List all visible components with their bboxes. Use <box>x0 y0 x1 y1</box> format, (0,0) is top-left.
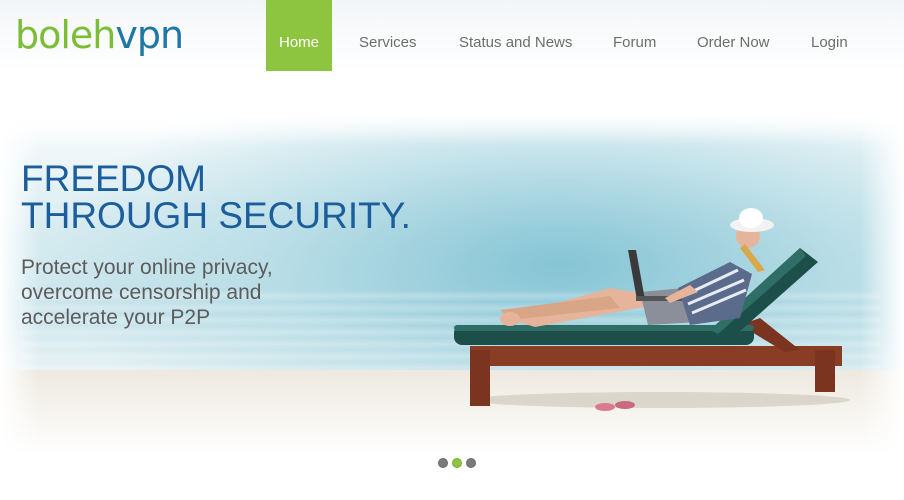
slide-dot-icon[interactable] <box>438 458 448 468</box>
headline-line-1: FREEDOM <box>21 158 206 199</box>
site-header: bolehvpn Home Services Status and News F… <box>0 0 904 72</box>
slide-dot-icon[interactable] <box>452 458 462 468</box>
headline-line-2: THROUGH SECURITY. <box>21 195 411 236</box>
hero-subheading: Protect your online privacy, overcome ce… <box>21 255 273 330</box>
hero-headline: FREEDOM THROUGH SECURITY. <box>21 160 411 234</box>
nav-item-home[interactable]: Home <box>266 0 332 71</box>
nav-item-order-now[interactable]: Order Now <box>697 0 770 71</box>
nav-item-status-and-news[interactable]: Status and News <box>459 0 572 71</box>
nav-item-forum[interactable]: Forum <box>613 0 656 71</box>
logo-text-vpn: vpn <box>115 13 184 57</box>
subheading-line-2: overcome censorship and <box>21 281 262 304</box>
slide-dot-icon[interactable] <box>466 458 476 468</box>
nav-item-services[interactable]: Services <box>359 0 417 71</box>
nav-item-login[interactable]: Login <box>811 0 848 71</box>
brand-logo[interactable]: bolehvpn <box>15 12 184 58</box>
subheading-line-1: Protect your online privacy, <box>21 256 273 279</box>
logo-text-boleh: boleh <box>15 13 116 57</box>
beach-lounger-illustration <box>454 208 850 411</box>
subheading-line-3: accelerate your P2P <box>21 306 211 329</box>
